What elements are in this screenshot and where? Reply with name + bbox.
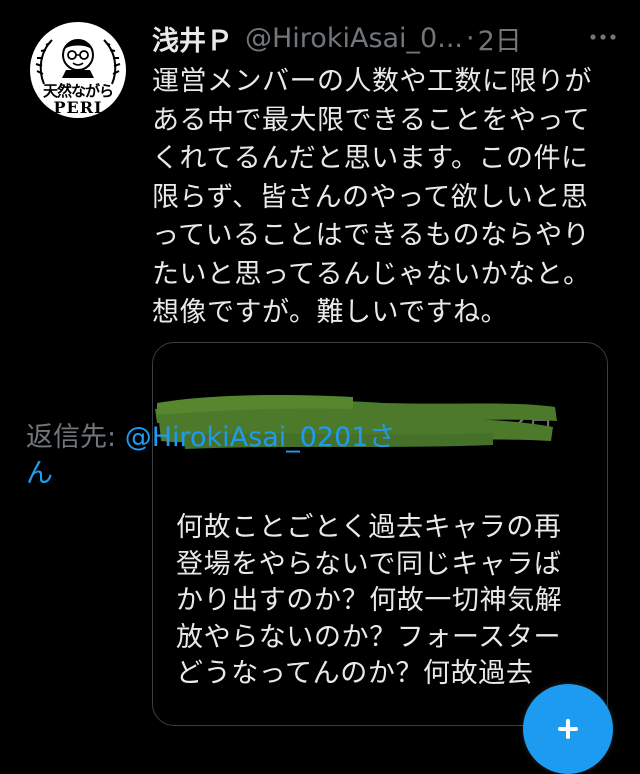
tweet-body-line: っていることはできるものならやり bbox=[152, 220, 591, 251]
user-handle[interactable]: @HirokiAsai_0... bbox=[245, 23, 463, 54]
tweet-body-line: たいと思ってるんじゃないかなと。 bbox=[152, 258, 591, 290]
compose-tweet-button[interactable] bbox=[523, 684, 613, 774]
display-name[interactable]: 浅井Ｐ bbox=[152, 19, 233, 58]
quoted-body-line: かり出すのか？何故一切神気解 bbox=[176, 585, 563, 616]
tweet-body-line: ある中で最大限できることをやって bbox=[152, 104, 591, 136]
avatar[interactable]: 天然ながら PERI bbox=[30, 22, 126, 118]
separator-dot: · bbox=[465, 22, 475, 54]
quoted-body-line: 何故ことごとく過去キャラの再 bbox=[176, 512, 562, 543]
tweet-body-line: 運営メンバーの人数や工数に限りが bbox=[152, 66, 592, 97]
tweet-body: 運営メンバーの人数や工数に限りが ある中で最大限できることをやって くれてるんだ… bbox=[152, 63, 622, 333]
tweet-body-line: 想像ですが。難しいですね。 bbox=[152, 297, 509, 328]
reply-mention-link[interactable]: @HirokiAsai_0201さ bbox=[125, 422, 396, 453]
avatar-subtext: PERI bbox=[53, 98, 103, 117]
tweet-header: 浅井Ｐ @HirokiAsai_0... · 2日 bbox=[152, 19, 612, 58]
quoted-body-line: どうなってんのか？何故過去 bbox=[176, 658, 534, 689]
quoted-body-line: 登場をやらないで同じキャラば bbox=[176, 548, 562, 580]
tweet-body-line: くれてるんだと思います。この件に bbox=[152, 143, 589, 174]
quoted-body-line: 放やらないのか？フォースター bbox=[176, 621, 562, 653]
quoted-tweet-body: 何故ことごとく過去キャラの再 登場をやらないで同じキャラば かり出すのか？何故一… bbox=[176, 510, 586, 693]
tweet[interactable]: 天然ながら PERI 浅井Ｐ @HirokiAsai_0... · 2日 運営メ… bbox=[0, 0, 640, 774]
more-options-button[interactable] bbox=[588, 27, 618, 47]
reply-to-line: 返信先: @HirokiAsai_0201さん bbox=[26, 420, 430, 492]
quoted-tweet-header: 2日 bbox=[155, 375, 559, 449]
more-horizontal-icon bbox=[590, 34, 616, 40]
reply-mention-suffix[interactable]: ん bbox=[26, 458, 53, 489]
reply-to-label: 返信先: bbox=[26, 422, 125, 453]
tweet-body-line: 限らず、皆さんのやって欲しいと思 bbox=[152, 181, 589, 213]
timestamp[interactable]: 2日 bbox=[478, 19, 522, 58]
